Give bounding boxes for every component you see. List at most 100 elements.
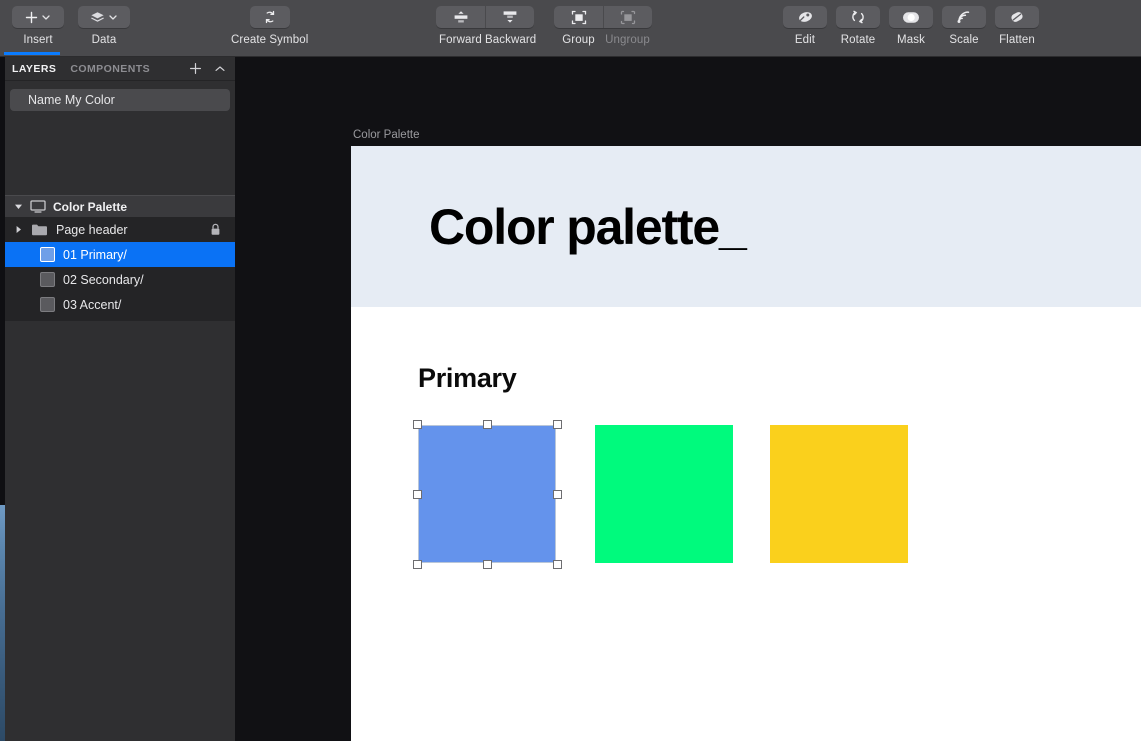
toolbar-group-tools: Edit Rotate Mask Scale Flatten <box>783 6 1039 46</box>
scale-label: Scale <box>949 34 979 46</box>
data-button[interactable] <box>78 6 130 28</box>
layer-row-02-secondary[interactable]: 02 Secondary/ <box>5 267 235 292</box>
rotate-button[interactable] <box>836 6 880 28</box>
toolbar-item-scale[interactable]: Scale <box>942 6 986 46</box>
toolbar-group-arrange: Forward Backward <box>436 6 537 46</box>
mask-icon <box>902 11 920 24</box>
triangle-down-icon[interactable] <box>14 202 23 211</box>
panel-actions <box>189 62 226 75</box>
toolbar-item-data[interactable]: Data <box>78 6 130 46</box>
toolbar-group-insert: Insert Data <box>12 6 130 46</box>
swatch-row <box>351 420 1141 575</box>
color-swatch-secondary[interactable] <box>595 425 733 563</box>
folder-icon <box>31 223 48 236</box>
toolbar-item-rotate[interactable]: Rotate <box>836 6 880 46</box>
resize-handle-top-center[interactable] <box>483 420 492 429</box>
mask-button[interactable] <box>889 6 933 28</box>
layer-label: Page header <box>56 222 128 237</box>
resize-handle-middle-left[interactable] <box>413 490 422 499</box>
resize-handle-bottom-center[interactable] <box>483 560 492 569</box>
layer-label: 03 Accent/ <box>63 297 122 312</box>
ungroup-label: Ungroup <box>605 34 650 46</box>
scale-icon <box>956 10 972 24</box>
mask-label: Mask <box>897 34 925 46</box>
tab-layers[interactable]: LAYERS <box>12 63 56 75</box>
flatten-button[interactable] <box>995 6 1039 28</box>
color-swatch-accent[interactable] <box>770 425 908 563</box>
chevron-down-icon[interactable] <box>108 12 118 22</box>
ungroup-icon <box>620 10 636 25</box>
forward-label: Forward <box>439 34 482 46</box>
resize-handle-top-left[interactable] <box>413 420 422 429</box>
design-app-window: Insert Data Create Symbol Forward Backwa… <box>0 0 1141 741</box>
flatten-icon <box>1009 10 1025 24</box>
rotate-icon <box>851 10 865 24</box>
layer-row-03-accent[interactable]: 03 Accent/ <box>5 292 235 317</box>
lock-icon[interactable] <box>210 223 221 236</box>
toolbar-item-edit[interactable]: Edit <box>783 6 827 46</box>
chevron-up-icon[interactable] <box>214 63 226 75</box>
resize-handle-top-right[interactable] <box>553 420 562 429</box>
triangle-right-icon[interactable] <box>14 225 23 234</box>
plus-icon[interactable] <box>189 62 202 75</box>
artboard-header-band: Color palette_ <box>351 146 1141 307</box>
toolbar-item-insert[interactable]: Insert <box>12 6 64 46</box>
section-heading: Primary <box>418 363 517 393</box>
layer-name-value: Name My Color <box>28 93 115 107</box>
color-swatch-primary[interactable] <box>413 420 562 569</box>
panel-empty-space <box>5 111 235 195</box>
bring-forward-button[interactable] <box>436 6 485 28</box>
resize-handle-bottom-right[interactable] <box>553 560 562 569</box>
panel-tab-bar: LAYERS COMPONENTS <box>5 57 235 81</box>
scale-button[interactable] <box>942 6 986 28</box>
layers-panel: LAYERS COMPONENTS Name My Color Color Pa… <box>5 57 235 741</box>
layer-row-01-primary[interactable]: 01 Primary/ <box>5 242 235 267</box>
bring-forward-icon <box>453 10 469 24</box>
insert-button[interactable] <box>12 6 64 28</box>
plus-icon <box>25 11 38 24</box>
layer-name-input[interactable]: Name My Color <box>10 89 230 111</box>
active-tool-indicator <box>4 52 60 55</box>
toolbar-item-create-symbol[interactable]: Create Symbol <box>231 6 308 46</box>
edit-label: Edit <box>794 34 816 46</box>
send-backward-icon <box>502 10 518 24</box>
chevron-down-icon[interactable] <box>41 12 51 22</box>
layers-icon <box>90 11 105 24</box>
layer-label: 02 Secondary/ <box>63 272 144 287</box>
page-title: Color palette_ <box>429 198 747 255</box>
toolbar-item-flatten[interactable]: Flatten <box>995 6 1039 46</box>
refresh-icon <box>263 10 277 24</box>
ungroup-button[interactable] <box>603 6 652 28</box>
selection-outline <box>418 425 556 563</box>
artboard[interactable]: Color palette_ Primary <box>351 146 1141 741</box>
group-button[interactable] <box>554 6 603 28</box>
artboard-tree-row[interactable]: Color Palette <box>5 195 235 217</box>
edit-button[interactable] <box>783 6 827 28</box>
swatch-icon <box>40 297 55 312</box>
toolbar-item-mask[interactable]: Mask <box>889 6 933 46</box>
flatten-label: Flatten <box>999 34 1035 46</box>
tab-components[interactable]: COMPONENTS <box>70 63 150 75</box>
artboard-name-label[interactable]: Color Palette <box>353 129 419 141</box>
resize-handle-bottom-left[interactable] <box>413 560 422 569</box>
resize-handle-middle-right[interactable] <box>553 490 562 499</box>
insert-label: Insert <box>23 34 53 46</box>
create-symbol-button[interactable] <box>249 6 290 28</box>
main-toolbar: Insert Data Create Symbol Forward Backwa… <box>0 0 1141 57</box>
layer-label: 01 Primary/ <box>63 247 127 262</box>
rotate-label: Rotate <box>840 34 876 46</box>
data-label: Data <box>91 34 117 46</box>
send-backward-button[interactable] <box>485 6 534 28</box>
artboard-icon <box>30 200 46 213</box>
backward-label: Backward <box>485 34 537 46</box>
selection-bounding-box <box>413 420 562 569</box>
group-icon <box>571 10 587 25</box>
toolbar-group-symbol: Create Symbol <box>231 6 308 46</box>
swatch-icon <box>40 247 55 262</box>
layer-row-page-header[interactable]: Page header <box>5 217 235 242</box>
swatch-icon <box>40 272 55 287</box>
layer-list: Page header 01 Primary/ 02 Secondary/ 03… <box>5 217 235 321</box>
design-canvas[interactable]: Color Palette Color palette_ Primary <box>235 57 1141 741</box>
group-label: Group <box>562 34 595 46</box>
artboard-tree-label: Color Palette <box>53 199 128 214</box>
